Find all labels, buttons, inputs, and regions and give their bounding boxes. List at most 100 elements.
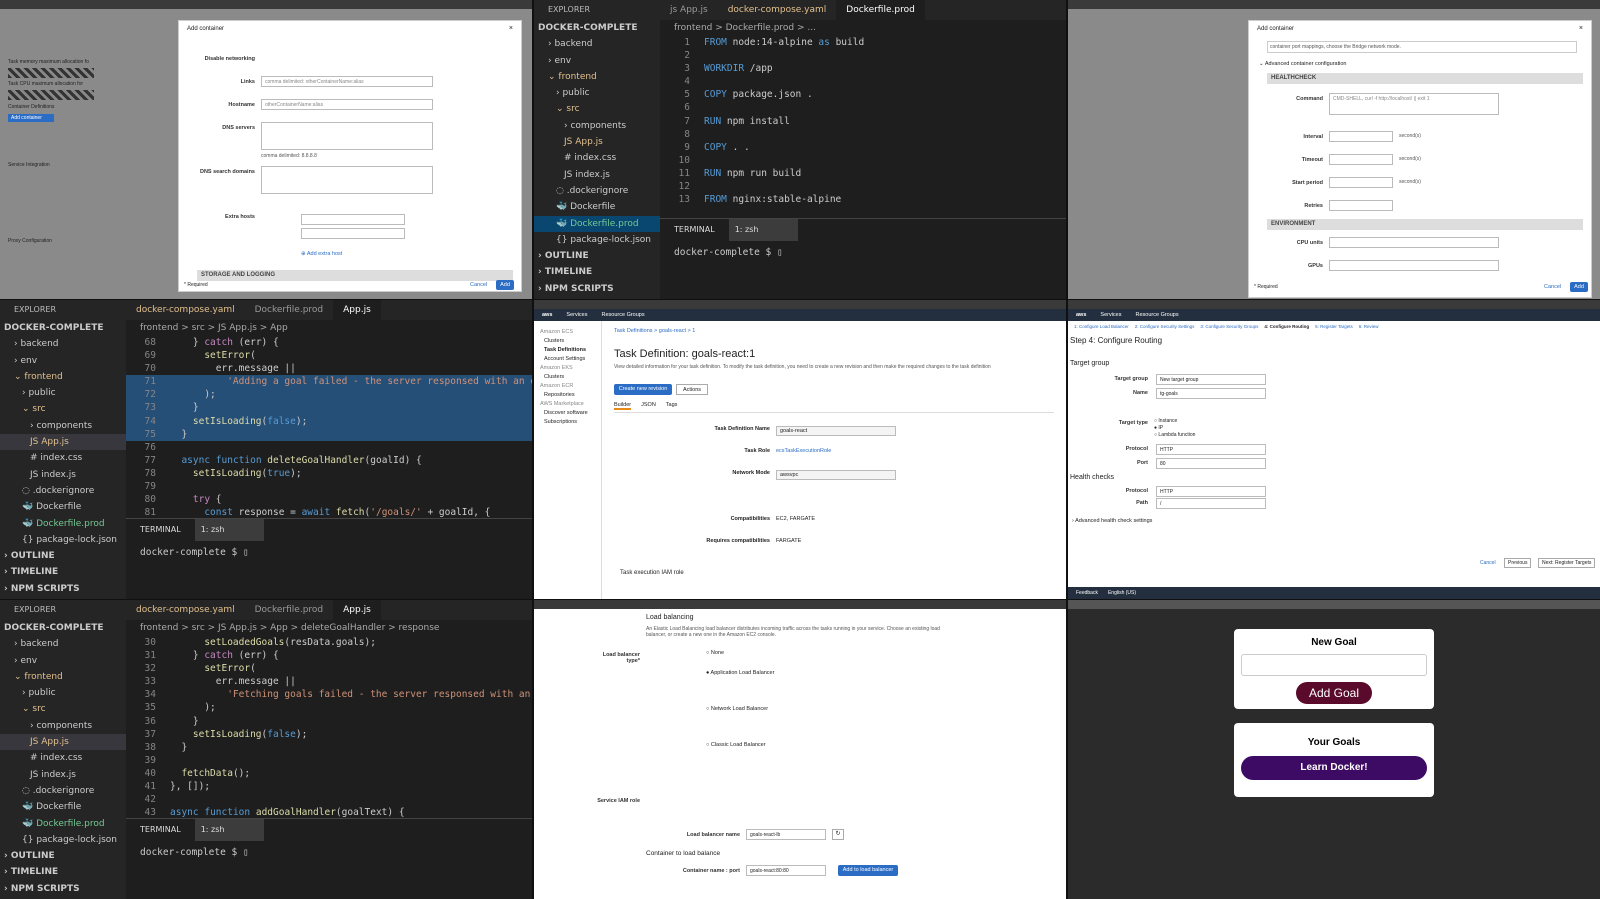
terminal-output[interactable]: docker-complete $ ▯ <box>126 541 532 564</box>
wizard-step[interactable]: 6: Review <box>1359 324 1379 329</box>
sidebar-item[interactable]: Clusters <box>540 374 595 380</box>
project-name[interactable]: DOCKER-COMPLETE <box>0 320 126 336</box>
load-balancer-type-radio[interactable]: ○ None <box>706 650 906 656</box>
container-port-select[interactable]: goals-react:80:80 <box>746 865 826 876</box>
load-balancer-type-radio[interactable]: ○ Network Load Balancer <box>706 706 906 712</box>
timeline-section[interactable]: › TIMELINE <box>534 264 660 280</box>
tree-item-dockerfile-prod[interactable]: 🐳 Dockerfile.prod <box>0 516 126 532</box>
sidebar-item[interactable]: Subscriptions <box>540 419 595 425</box>
extra-host-ip-input[interactable] <box>301 228 405 239</box>
tab-appjs[interactable]: App.js <box>333 600 381 620</box>
goal-item[interactable]: Learn Docker! <box>1241 756 1427 780</box>
tree-item-package-lock[interactable]: {} package-lock.json <box>534 232 660 248</box>
tab-dockerfile-prod[interactable]: Dockerfile.prod <box>245 300 334 320</box>
tree-item-dockerfile-prod[interactable]: 🐳 Dockerfile.prod <box>534 215 660 232</box>
tree-item-dockerignore[interactable]: ◌ .dockerignore <box>0 783 126 799</box>
shell-select[interactable]: 1: zsh <box>194 519 265 541</box>
npm-scripts-section[interactable]: › NPM SCRIPTS <box>534 281 660 297</box>
code-editor[interactable]: 1 FROM node:14-alpine as build 2 3 WORKDIR /… <box>660 36 1066 218</box>
tree-item-public[interactable]: › public <box>534 85 660 101</box>
tab-appjs[interactable]: js App.js <box>660 0 718 20</box>
tree-item-backend[interactable]: › backend <box>534 36 660 52</box>
timeline-section[interactable]: › TIMELINE <box>0 864 126 880</box>
definition-value[interactable]: ecsTaskExecutionRole <box>776 448 831 454</box>
load-balancer-type-radio[interactable]: ● Application Load Balancer <box>706 670 906 676</box>
aws-logo[interactable]: aws <box>1076 309 1086 321</box>
links-input[interactable]: comma delimited: otherContainerName:alia… <box>261 76 433 87</box>
outline-section[interactable]: › OUTLINE <box>0 548 126 564</box>
load-balancer-type-radio[interactable]: ○ Classic Load Balancer <box>706 742 906 748</box>
bg-add-container-button[interactable]: Add container <box>8 114 54 122</box>
tree-item-env[interactable]: › env <box>0 353 126 369</box>
wizard-step[interactable]: 4: Configure Routing <box>1264 324 1309 329</box>
command-input[interactable]: CMD-SHELL, curl -f http://localhost/ || … <box>1329 93 1499 115</box>
dns-search-input[interactable] <box>261 166 433 194</box>
tree-item-dockerignore[interactable]: ◌ .dockerignore <box>534 183 660 199</box>
retries-input[interactable] <box>1329 200 1393 211</box>
cpu-units-input[interactable] <box>1329 237 1499 248</box>
tree-item-frontend[interactable]: ⌄ frontend <box>0 669 126 685</box>
tree-item-backend[interactable]: › backend <box>0 636 126 652</box>
shell-select[interactable]: 1: zsh <box>728 219 799 241</box>
goal-input[interactable] <box>1241 654 1427 676</box>
timeline-section[interactable]: › TIMELINE <box>0 564 126 580</box>
nav-services[interactable]: Services <box>1100 309 1121 321</box>
close-icon[interactable]: × <box>1579 25 1583 32</box>
shell-select[interactable]: 1: zsh <box>194 819 265 841</box>
sidebar-item[interactable]: Task Definitions <box>540 347 595 353</box>
previous-button[interactable]: Previous <box>1504 558 1532 568</box>
project-name[interactable]: DOCKER-COMPLETE <box>0 620 126 636</box>
hostname-input[interactable]: otherContainerName:alias <box>261 99 433 110</box>
wizard-step[interactable]: 3: Configure Security Groups <box>1200 324 1258 329</box>
tree-item-indexcss[interactable]: # index.css <box>534 150 660 166</box>
tree-item-dockerfile[interactable]: 🐳 Dockerfile <box>534 199 660 215</box>
create-revision-button[interactable]: Create new revision <box>614 384 672 395</box>
tree-item-indexcss[interactable]: # index.css <box>0 450 126 466</box>
cancel-button[interactable]: Cancel <box>1544 284 1561 290</box>
tree-item-src[interactable]: ⌄ src <box>0 401 126 417</box>
form-input[interactable]: tg-goals <box>1156 388 1266 399</box>
form-input[interactable]: / <box>1156 498 1266 509</box>
tab-json[interactable]: JSON <box>641 402 656 410</box>
tree-item-appjs[interactable]: JS App.js <box>0 434 126 451</box>
tree-item-backend[interactable]: › backend <box>0 336 126 352</box>
interval-input[interactable] <box>1329 131 1393 142</box>
add-goal-button[interactable]: Add Goal <box>1296 682 1372 704</box>
gpus-input[interactable] <box>1329 260 1499 271</box>
add-button[interactable]: Add <box>496 280 514 290</box>
outline-section[interactable]: › OUTLINE <box>0 848 126 864</box>
tree-item-src[interactable]: ⌄ src <box>534 101 660 117</box>
nav-resource-groups[interactable]: Resource Groups <box>1136 309 1179 321</box>
sidebar-item[interactable]: Repositories <box>540 392 595 398</box>
tab-docker-compose[interactable]: docker-compose.yaml <box>718 0 837 20</box>
actions-dropdown[interactable]: Actions <box>676 384 708 395</box>
tree-item-components[interactable]: › components <box>0 418 126 434</box>
tree-item-package-lock[interactable]: {} package-lock.json <box>0 832 126 848</box>
tree-item-env[interactable]: › env <box>534 53 660 69</box>
tree-item-indexjs[interactable]: JS index.js <box>0 467 126 483</box>
add-button[interactable]: Add <box>1570 282 1588 292</box>
project-name[interactable]: DOCKER-COMPLETE <box>534 20 660 36</box>
form-input[interactable]: HTTP <box>1156 486 1266 497</box>
terminal-tab[interactable]: TERMINAL <box>140 519 181 541</box>
nav-resource-groups[interactable]: Resource Groups <box>602 309 645 321</box>
wizard-step[interactable]: 5: Register Targets <box>1315 324 1353 329</box>
tree-item-public[interactable]: › public <box>0 685 126 701</box>
tree-item-dockerfile-prod[interactable]: 🐳 Dockerfile.prod <box>0 816 126 832</box>
tab-dockerfile-prod[interactable]: Dockerfile.prod <box>245 600 334 620</box>
code-editor[interactable]: 30 setLoadedGoals(resData.goals); 31 } ca… <box>126 636 532 818</box>
tab-builder[interactable]: Builder <box>614 402 632 410</box>
outline-section[interactable]: › OUTLINE <box>534 248 660 264</box>
target-type-radio[interactable]: ● IP <box>1154 425 1195 431</box>
tree-item-indexjs[interactable]: JS index.js <box>534 167 660 183</box>
tree-item-appjs[interactable]: JS App.js <box>0 734 126 751</box>
sidebar-item[interactable]: Account Settings <box>540 356 595 362</box>
wizard-step[interactable]: 1: Configure Load Balancer <box>1074 324 1129 329</box>
tree-item-dockerfile[interactable]: 🐳 Dockerfile <box>0 799 126 815</box>
sidebar-item[interactable]: Clusters <box>540 338 595 344</box>
timeout-input[interactable] <box>1329 154 1393 165</box>
wizard-step[interactable]: 2: Configure Security Settings <box>1135 324 1195 329</box>
load-balancer-name-select[interactable]: goals-react-lb <box>746 829 826 840</box>
extra-host-input[interactable] <box>301 214 405 225</box>
tree-item-indexjs[interactable]: JS index.js <box>0 767 126 783</box>
